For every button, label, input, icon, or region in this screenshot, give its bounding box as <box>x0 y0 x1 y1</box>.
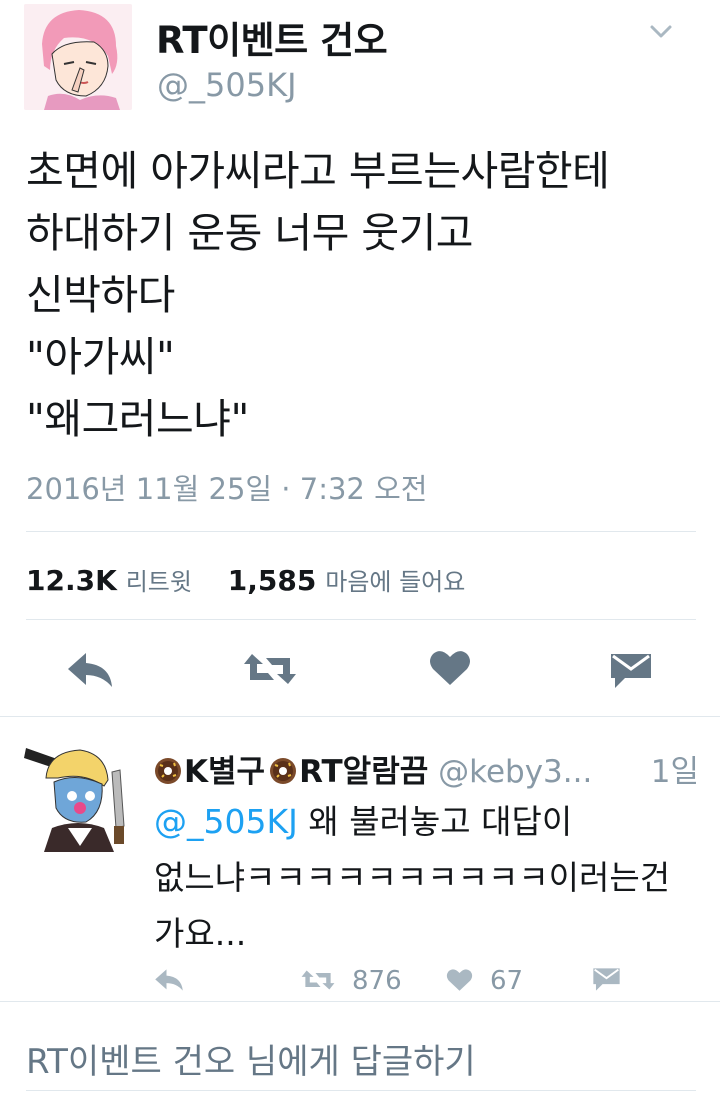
reply-action-reply-icon[interactable] <box>154 968 184 992</box>
divider <box>26 619 696 620</box>
reply-action-heart-icon[interactable] <box>446 968 473 992</box>
divider <box>26 531 696 532</box>
reply-like-count[interactable]: 67 <box>490 966 523 996</box>
like-label[interactable]: 마음에 들어요 <box>325 568 465 596</box>
heart-icon[interactable] <box>429 649 471 687</box>
divider <box>0 1001 720 1002</box>
reply-header: K별구 RT알람끔 @keby3... 1일 <box>154 746 699 791</box>
tweet-text-line: "왜그러느냐" <box>26 395 249 443</box>
reply-text-segment: 왜 불러놓고 대답이 <box>297 802 573 841</box>
reply-retweet-count[interactable]: 876 <box>352 966 402 996</box>
reply-text-line: 가요... <box>154 914 247 953</box>
retweet-icon[interactable] <box>242 650 298 688</box>
retweet-label[interactable]: 리트윗 <box>126 568 192 596</box>
reply-text: @_505KJ 왜 불러놓고 대답이 없느냐ㅋㅋㅋㅋㅋㅋㅋㅋㅋㅋ이러는건 가요.… <box>154 794 714 962</box>
reply-author-avatar[interactable] <box>24 742 134 852</box>
reply-author-name-part1[interactable]: K별구 <box>184 754 265 790</box>
author-avatar[interactable] <box>24 4 132 110</box>
envelope-icon[interactable] <box>609 652 653 690</box>
author-handle[interactable]: @_505KJ <box>157 66 297 104</box>
retweet-count[interactable]: 12.3K <box>26 564 117 597</box>
reply-action-envelope-icon[interactable] <box>592 967 621 992</box>
reply-mention-link[interactable]: @_505KJ <box>154 802 298 841</box>
reply-author-name-part2[interactable]: RT알람끔 <box>299 754 428 790</box>
tweet-text: 초면에 아가씨라고 부르는사람한테 하대하기 운동 너무 웃기고 신박하다 "아… <box>26 140 706 450</box>
reply-action-retweet-icon[interactable] <box>300 968 336 992</box>
tweet-text-line: 신박하다 <box>26 271 175 319</box>
reply-author-handle[interactable]: @keby3... <box>438 754 592 790</box>
tweet-text-line: 하대하기 운동 너무 웃기고 <box>26 209 474 257</box>
chevron-down-icon[interactable] <box>646 18 676 46</box>
divider <box>0 716 720 717</box>
reply-time[interactable]: 1일 <box>651 746 699 791</box>
donut-emoji-icon <box>269 757 297 785</box>
tweet-stats: 12.3K 리트윗 1,585 마음에 들어요 <box>26 562 465 597</box>
reply-compose-field[interactable]: RT이벤트 건오 님에게 답글하기 <box>26 1034 476 1083</box>
tweet-text-line: 초면에 아가씨라고 부르는사람한테 <box>26 147 610 195</box>
compose-underline <box>26 1090 696 1091</box>
author-display-name[interactable]: RT이벤트 건오 <box>156 10 388 64</box>
reply-text-line: 없느냐ㅋㅋㅋㅋㅋㅋㅋㅋㅋㅋ이러는건 <box>154 858 671 897</box>
tweet-text-line: "아가씨" <box>26 333 175 381</box>
reply-icon[interactable] <box>66 651 114 689</box>
donut-emoji-icon <box>154 757 182 785</box>
like-count[interactable]: 1,585 <box>228 564 317 597</box>
tweet-timestamp[interactable]: 2016년 11월 25일 · 7:32 오전 <box>26 466 427 508</box>
